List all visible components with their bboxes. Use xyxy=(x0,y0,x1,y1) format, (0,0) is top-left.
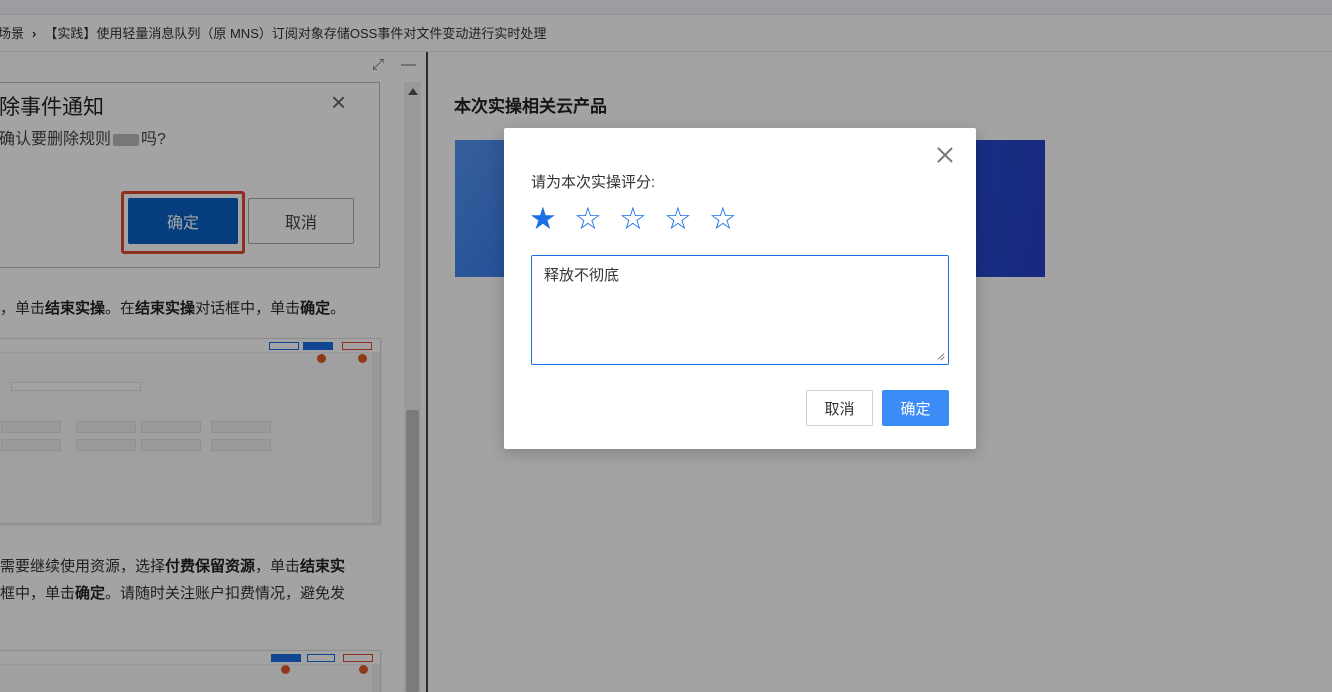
star-1-icon[interactable]: ★ xyxy=(529,203,574,235)
comment-textarea[interactable]: 释放不彻底 xyxy=(531,255,949,365)
star-rating: ★ ☆ ☆ ☆ ☆ xyxy=(529,203,754,235)
star-2-icon[interactable]: ☆ xyxy=(574,203,619,235)
page: 场景 › 【实践】使用轻量消息队列（原 MNS）订阅对象存储OSS事件对文件变动进行… xyxy=(0,0,1332,692)
star-3-icon[interactable]: ☆ xyxy=(619,203,664,235)
cancel-button[interactable]: 取消 xyxy=(806,390,873,426)
rating-prompt: 请为本次实操评分: xyxy=(531,174,656,191)
rating-modal: 请为本次实操评分: ★ ☆ ☆ ☆ ☆ 释放不彻底 取消 确定 xyxy=(504,128,976,449)
close-icon[interactable] xyxy=(936,146,954,164)
star-5-icon[interactable]: ☆ xyxy=(709,203,754,235)
confirm-button[interactable]: 确定 xyxy=(882,390,949,426)
star-4-icon[interactable]: ☆ xyxy=(664,203,709,235)
